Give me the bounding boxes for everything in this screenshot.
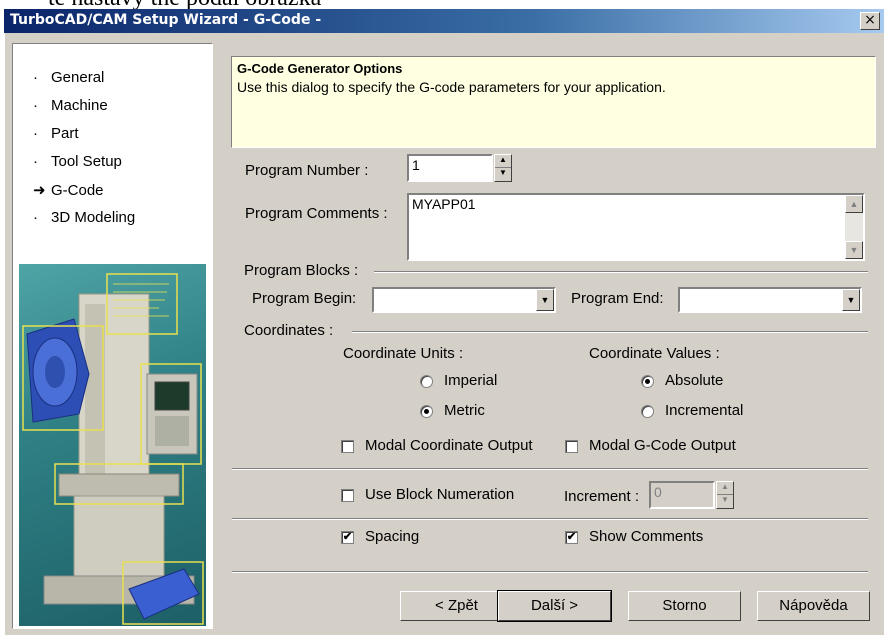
step-3d-modeling: · 3D Modeling xyxy=(33,209,136,226)
program-blocks-label: Program Blocks : xyxy=(244,262,359,279)
modal-coordinate-checkbox[interactable] xyxy=(341,440,354,453)
imperial-label: Imperial xyxy=(444,372,498,389)
incremental-label: Incremental xyxy=(665,402,744,419)
program-begin-select[interactable]: ▼ xyxy=(372,287,556,313)
absolute-label: Absolute xyxy=(665,372,724,389)
coordinate-values-label: Coordinate Values : xyxy=(589,345,720,362)
spin-up-icon[interactable]: ▲ xyxy=(495,155,511,168)
coordinates-divider xyxy=(352,331,868,333)
cnc-machine-illustration xyxy=(19,264,206,626)
program-comments-value: MYAPP01 xyxy=(412,196,476,212)
block-numeration-label: Use Block Numeration xyxy=(365,486,515,503)
help-button[interactable]: Nápověda xyxy=(757,591,870,621)
spacing-label: Spacing xyxy=(365,528,420,545)
absolute-radio[interactable] xyxy=(641,375,654,388)
cnc-machine-graphic xyxy=(22,273,204,625)
program-number-input[interactable]: 1 xyxy=(407,154,493,182)
increment-label: Increment : xyxy=(564,488,640,505)
coordinate-units-label: Coordinate Units : xyxy=(343,345,464,362)
program-begin-label: Program Begin: xyxy=(252,290,357,307)
program-end-label: Program End: xyxy=(571,290,664,307)
show-comments-checkbox[interactable]: ✔ xyxy=(565,531,578,544)
increment-input[interactable]: 0 xyxy=(649,481,715,509)
close-button[interactable]: × xyxy=(860,12,880,30)
separator-2 xyxy=(232,518,868,520)
spacing-checkbox[interactable]: ✔ xyxy=(341,531,354,544)
step-tool-setup: · Tool Setup xyxy=(33,153,122,170)
scroll-up-icon[interactable]: ▲ xyxy=(845,195,863,213)
title-bar[interactable]: TurboCAD/CAM Setup Wizard - G-Code - × xyxy=(4,9,884,33)
wizard-steps-panel: · General · Machine · Part · Tool Setup ➜ G-C… xyxy=(12,43,213,629)
back-button[interactable]: < Zpět xyxy=(400,591,513,621)
metric-radio[interactable] xyxy=(420,405,433,418)
show-comments-label: Show Comments xyxy=(589,528,704,545)
scroll-down-icon[interactable]: ▼ xyxy=(845,241,863,259)
info-box: G-Code Generator Options Use this dialog… xyxy=(231,56,876,148)
increment-spinner[interactable]: ▲ ▼ xyxy=(716,481,734,509)
spin-down-icon[interactable]: ▼ xyxy=(495,168,511,181)
step-g-code: ➜ G-Code xyxy=(33,182,104,199)
spin-up-icon[interactable]: ▲ xyxy=(717,482,733,495)
metric-label: Metric xyxy=(444,402,485,419)
separator-1 xyxy=(232,468,868,470)
chevron-down-icon[interactable]: ▼ xyxy=(536,289,554,311)
program-number-spinner[interactable]: ▲ ▼ xyxy=(494,154,512,182)
program-end-select[interactable]: ▼ xyxy=(678,287,862,313)
next-button[interactable]: Další > xyxy=(497,590,612,622)
program-comments-textarea[interactable]: MYAPP01 ▲ ▼ xyxy=(407,193,865,261)
separator-3 xyxy=(232,571,868,573)
modal-coordinate-label: Modal Coordinate Output xyxy=(365,437,533,454)
cancel-button[interactable]: Storno xyxy=(628,591,741,621)
modal-gcode-checkbox[interactable] xyxy=(565,440,578,453)
arrow-right-icon: ➜ xyxy=(33,182,46,199)
step-machine: · Machine xyxy=(33,97,108,114)
spin-down-icon[interactable]: ▼ xyxy=(717,495,733,508)
comments-scrollbar[interactable]: ▲ ▼ xyxy=(845,195,863,259)
window-title: TurboCAD/CAM Setup Wizard - G-Code - xyxy=(10,12,322,28)
modal-gcode-label: Modal G-Code Output xyxy=(589,437,736,454)
step-general: · General xyxy=(33,69,105,86)
info-description: Use this dialog to specify the G-code pa… xyxy=(237,79,666,95)
program-blocks-divider xyxy=(374,271,868,273)
incremental-radio[interactable] xyxy=(641,405,654,418)
program-number-label: Program Number : xyxy=(245,162,369,179)
chevron-down-icon[interactable]: ▼ xyxy=(842,289,860,311)
imperial-radio[interactable] xyxy=(420,375,433,388)
program-comments-label: Program Comments : xyxy=(245,205,388,222)
info-heading: G-Code Generator Options xyxy=(237,61,403,76)
step-part: · Part xyxy=(33,125,79,142)
block-numeration-checkbox[interactable] xyxy=(341,489,354,502)
coordinates-label: Coordinates : xyxy=(244,322,334,339)
